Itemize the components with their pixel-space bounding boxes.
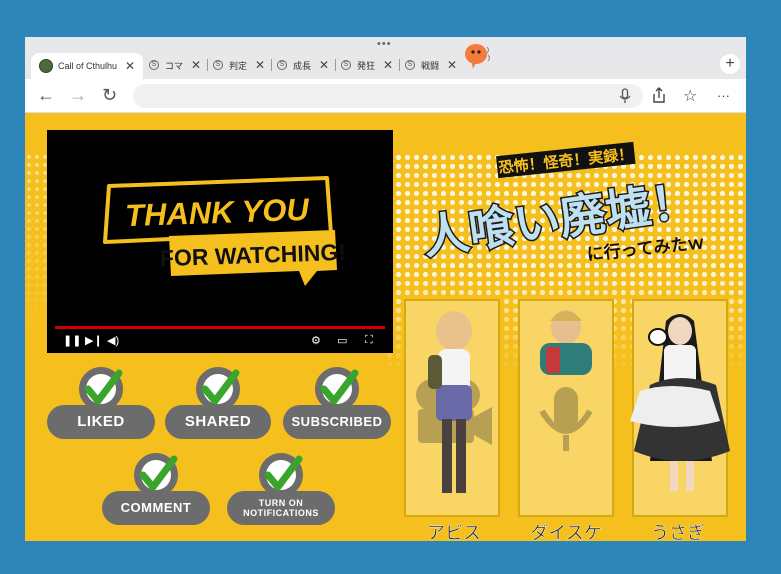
notifications-badge[interactable]: TURN ON NOTIFICATIONS bbox=[227, 453, 335, 525]
tab-koma[interactable]: S コマ ✕ bbox=[149, 53, 209, 77]
subscribed-badge[interactable]: SUBSCRIBED bbox=[283, 367, 391, 439]
tab-divider bbox=[335, 59, 337, 71]
tab-hakkyou[interactable]: S 発狂 ✕ bbox=[341, 53, 401, 77]
tab-label: 戦闘 bbox=[421, 60, 440, 71]
check-icon bbox=[139, 455, 178, 491]
page-content: THANK YOU FOR WATCHING! ❚❚ ▶❙ ◀) ⚙ ▭ ⛶ L… bbox=[25, 113, 746, 541]
tab-strip-handle[interactable]: ••• bbox=[377, 38, 392, 50]
site-favicon-icon: S bbox=[213, 60, 223, 70]
back-arrow-icon[interactable]: ← bbox=[37, 85, 55, 106]
skip-next-icon[interactable]: ▶❙ bbox=[85, 334, 103, 347]
liked-badge[interactable]: LIKED bbox=[47, 367, 155, 439]
comment-badge[interactable]: COMMENT bbox=[102, 453, 210, 525]
tab-call-of-cthulhu[interactable]: Call of Cthulhu ✕ bbox=[31, 53, 143, 79]
notifications-line1: TURN ON bbox=[258, 498, 304, 508]
close-icon[interactable]: ✕ bbox=[191, 58, 201, 72]
url-input[interactable] bbox=[133, 84, 643, 108]
video-progress-bar[interactable] bbox=[55, 326, 385, 329]
comment-label: COMMENT bbox=[102, 491, 210, 525]
character-name-abyss: アビス bbox=[427, 523, 481, 541]
tab-divider bbox=[271, 59, 273, 71]
notifications-line2: NOTIFICATIONS bbox=[243, 508, 319, 518]
check-icon bbox=[201, 369, 240, 405]
tab-label: Call of Cthulhu bbox=[58, 61, 118, 71]
site-favicon-icon: S bbox=[277, 60, 287, 70]
address-bar: ← → ↻ ☆ ··· bbox=[25, 79, 746, 113]
character-name-usagi: うさぎ bbox=[651, 523, 705, 541]
shared-label: SHARED bbox=[165, 405, 271, 439]
share-icon[interactable] bbox=[651, 86, 667, 104]
volume-icon[interactable]: ◀) bbox=[107, 334, 119, 347]
tab-label: 成長 bbox=[293, 60, 312, 71]
character-sticker-icon bbox=[465, 44, 490, 69]
browser-window: ••• Call of Cthulhu ✕ S コマ ✕ S 判定 ✕ S 成長… bbox=[25, 37, 746, 541]
character-card-usagi[interactable] bbox=[630, 299, 730, 517]
character-card-daisuke[interactable] bbox=[518, 299, 614, 517]
site-favicon-icon: S bbox=[405, 60, 415, 70]
tab-bar: ••• Call of Cthulhu ✕ S コマ ✕ S 判定 ✕ S 成長… bbox=[25, 37, 746, 79]
tab-seichou[interactable]: S 成長 ✕ bbox=[277, 53, 337, 77]
character-figure bbox=[630, 314, 730, 491]
tab-label: 発狂 bbox=[357, 60, 376, 71]
video-player[interactable]: THANK YOU FOR WATCHING! ❚❚ ▶❙ ◀) ⚙ ▭ ⛶ bbox=[47, 130, 393, 353]
tab-hantei[interactable]: S 判定 ✕ bbox=[213, 53, 273, 77]
tab-divider bbox=[399, 59, 401, 71]
close-icon[interactable]: ✕ bbox=[383, 58, 393, 72]
site-favicon-icon: S bbox=[341, 60, 351, 70]
tab-label: 判定 bbox=[229, 60, 248, 71]
liked-label: LIKED bbox=[47, 405, 155, 439]
character-figure bbox=[540, 310, 592, 375]
microphone-icon[interactable] bbox=[617, 88, 633, 104]
forward-arrow-icon[interactable]: → bbox=[69, 85, 87, 106]
pause-icon[interactable]: ❚❚ bbox=[63, 334, 81, 347]
title-logo: 恐怖！怪奇！実録！ 人喰い廃墟！ に行ってみたｗ bbox=[418, 141, 705, 266]
notifications-label: TURN ON NOTIFICATIONS bbox=[227, 491, 335, 525]
tab-label: コマ bbox=[165, 60, 184, 71]
character-card-abyss[interactable] bbox=[404, 299, 500, 517]
close-icon[interactable]: ✕ bbox=[255, 58, 265, 72]
theater-mode-icon[interactable]: ▭ bbox=[337, 334, 347, 347]
star-bookmark-icon[interactable]: ☆ bbox=[683, 86, 697, 106]
tab-sentou[interactable]: S 戦闘 ✕ bbox=[405, 53, 457, 77]
reload-icon[interactable]: ↻ bbox=[102, 85, 117, 106]
microphone-large-icon bbox=[539, 310, 593, 451]
thank-you-text: THANK YOU bbox=[124, 192, 310, 233]
owl-favicon-icon bbox=[39, 59, 53, 73]
close-icon[interactable]: ✕ bbox=[319, 58, 329, 72]
tab-divider bbox=[207, 59, 209, 71]
video-camera-icon bbox=[416, 311, 492, 493]
fullscreen-icon[interactable]: ⛶ bbox=[365, 334, 373, 347]
close-icon[interactable]: ✕ bbox=[125, 59, 135, 73]
check-icon bbox=[84, 369, 123, 405]
check-icon bbox=[264, 455, 303, 491]
shared-badge[interactable]: SHARED bbox=[165, 367, 271, 439]
thank-you-graphic: THANK YOU FOR WATCHING! bbox=[103, 176, 346, 286]
close-icon[interactable]: ✕ bbox=[447, 58, 457, 72]
character-name-daisuke: ダイスケ bbox=[530, 523, 602, 541]
more-menu-icon[interactable]: ··· bbox=[717, 88, 730, 103]
settings-gear-icon[interactable]: ⚙ bbox=[311, 334, 321, 347]
subscribed-label: SUBSCRIBED bbox=[283, 405, 391, 439]
new-tab-button[interactable]: + bbox=[720, 54, 740, 74]
check-icon bbox=[320, 369, 359, 405]
site-favicon-icon: S bbox=[149, 60, 159, 70]
